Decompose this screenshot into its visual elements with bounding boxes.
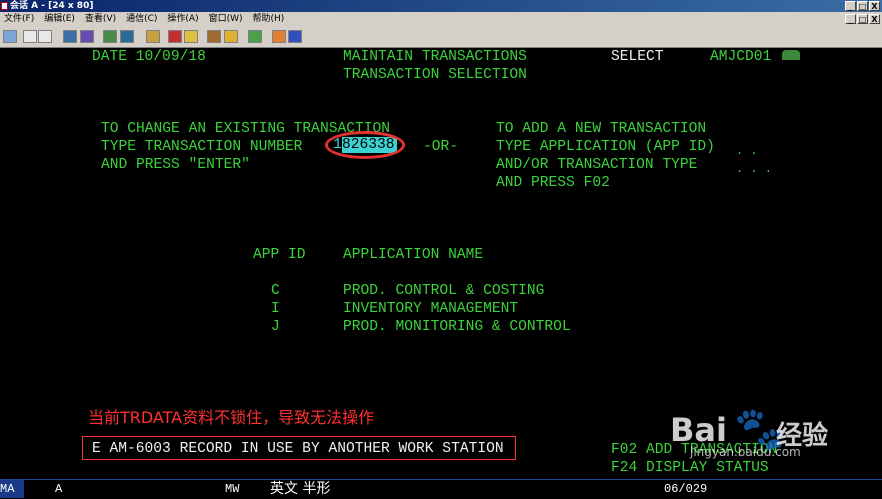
screen-title-1: MAINTAIN TRANSACTIONS — [343, 49, 527, 65]
menu-communication[interactable]: 通信(C) — [126, 12, 157, 26]
menu-help[interactable]: 帮助(H) — [253, 12, 285, 26]
keyboard-icon[interactable] — [224, 30, 238, 43]
child-restore-button[interactable]: □ — [857, 14, 868, 24]
color-icon[interactable] — [272, 30, 286, 43]
session-icon[interactable] — [3, 30, 17, 43]
paste-icon[interactable] — [38, 30, 52, 43]
record-icon[interactable] — [168, 30, 182, 43]
transaction-type-input[interactable]: . . . — [736, 162, 772, 176]
watermark-brand: Bai — [670, 411, 727, 449]
app-id-input[interactable]: . . — [736, 144, 758, 158]
column-header-app-id: APP ID — [253, 247, 306, 263]
right-instruction-4: AND PRESS F02 — [496, 175, 610, 191]
toolbar — [0, 26, 882, 48]
window-title: 会话 A - [24 x 80] — [10, 1, 94, 11]
child-close-button[interactable]: X — [869, 14, 880, 24]
status-ma: MA — [0, 480, 24, 498]
app-icon[interactable] — [1, 2, 8, 10]
right-instruction-1: TO ADD A NEW TRANSACTION — [496, 121, 707, 137]
status-mw: MW — [225, 482, 240, 496]
fkey-display-status: F24 DISPLAY STATUS — [611, 460, 769, 476]
macro-icon[interactable] — [146, 30, 160, 43]
menu-edit[interactable]: 编辑(E) — [44, 12, 75, 26]
left-instruction-2: TYPE TRANSACTION NUMBER — [101, 139, 303, 155]
screen-icon[interactable] — [120, 30, 134, 43]
menu-actions[interactable]: 操作(A) — [167, 12, 198, 26]
document-icon[interactable] — [248, 30, 262, 43]
annotation-text: 当前TRDATA资料不锁住，导致无法操作 — [88, 408, 375, 427]
terminal-screen[interactable]: DATE 10/09/18 MAINTAIN TRANSACTIONS TRAN… — [0, 48, 882, 479]
or-label: -OR- — [423, 139, 459, 155]
watermark: Bai 🐾 经验 jingyan.baidu.com — [670, 405, 870, 461]
play-icon[interactable] — [184, 30, 198, 43]
app-row-name: PROD. MONITORING & CONTROL — [343, 319, 571, 335]
window-titlebar: 会话 A - [24 x 80] _ □ X — [0, 0, 882, 12]
date-line: DATE 10/09/18 — [92, 49, 206, 65]
send-icon[interactable] — [63, 30, 77, 43]
status-a: A — [55, 482, 63, 496]
highlight-ring — [325, 131, 405, 159]
copy-icon[interactable] — [23, 30, 37, 43]
app-row-name: PROD. CONTROL & COSTING — [343, 283, 545, 299]
child-minimize-button[interactable]: _ — [845, 14, 856, 24]
terminal-indicator-icon — [782, 50, 800, 60]
right-instruction-3: AND/OR TRANSACTION TYPE — [496, 157, 698, 173]
print-icon[interactable] — [207, 30, 221, 43]
app-row-id: J — [271, 319, 280, 335]
receive-icon[interactable] — [80, 30, 94, 43]
app-row-id: C — [271, 283, 280, 299]
screen-id: AMJCD01 — [710, 49, 772, 65]
menu-view[interactable]: 查看(V) — [85, 12, 116, 26]
status-ime: 英文 半形 — [270, 481, 331, 497]
status-bar: MA A MW 英文 半形 06/029 — [0, 479, 882, 499]
cursor-position: 06/029 — [664, 482, 708, 496]
app-row-id: I — [271, 301, 280, 317]
settings-icon[interactable] — [288, 30, 302, 43]
menu-window[interactable]: 窗口(W) — [209, 12, 243, 26]
menu-file[interactable]: 文件(F) — [4, 12, 34, 26]
screen-title-2: TRANSACTION SELECTION — [343, 67, 527, 83]
watermark-url: jingyan.baidu.com — [690, 445, 801, 459]
column-header-app-name: APPLICATION NAME — [343, 247, 484, 263]
menu-bar: 文件(F) 编辑(E) 查看(V) 通信(C) 操作(A) 窗口(W) 帮助(H… — [0, 12, 882, 26]
close-button[interactable]: X — [869, 1, 880, 11]
error-message: E AM-6003 RECORD IN USE BY ANOTHER WORK … — [92, 441, 504, 457]
left-instruction-3: AND PRESS "ENTER" — [101, 157, 250, 173]
display-icon[interactable] — [103, 30, 117, 43]
minimize-button[interactable]: _ — [845, 1, 856, 11]
maximize-button[interactable]: □ — [857, 1, 868, 11]
select-label: SELECT — [611, 49, 664, 65]
app-row-name: INVENTORY MANAGEMENT — [343, 301, 519, 317]
right-instruction-2: TYPE APPLICATION (APP ID) — [496, 139, 715, 155]
